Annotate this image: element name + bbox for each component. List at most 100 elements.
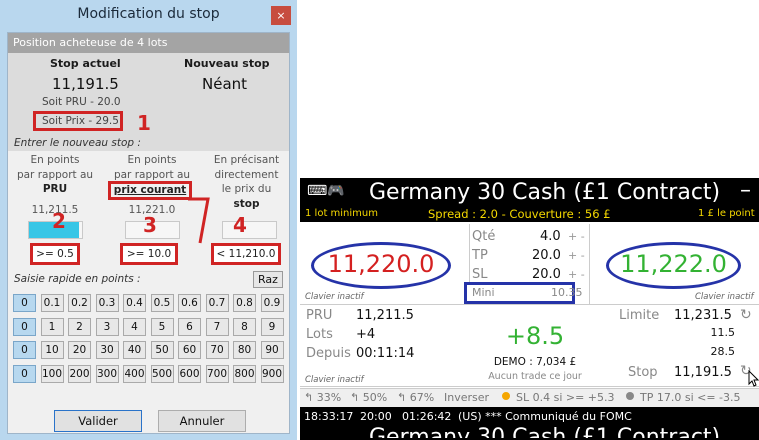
validate-button[interactable]: Valider bbox=[54, 410, 142, 432]
position-keyboard-inactive: Clavier inactif bbox=[305, 375, 364, 385]
tp-dot-icon bbox=[626, 392, 634, 400]
quick-value-button[interactable]: 100 bbox=[40, 364, 64, 383]
annotation-3: 3 bbox=[143, 213, 157, 237]
limit-label: Limite bbox=[619, 308, 660, 323]
quick-value-button[interactable]: 7 bbox=[205, 317, 229, 336]
tab-67[interactable]: ↰ 67% bbox=[397, 391, 434, 404]
quick-value-button[interactable]: 10 bbox=[40, 341, 64, 359]
quick-value-button[interactable]: 80 bbox=[233, 341, 256, 359]
raz-button[interactable]: Raz bbox=[253, 271, 283, 288]
quick-value-button[interactable]: 0 bbox=[13, 294, 36, 312]
col-pru-condition[interactable]: >= 0.5 bbox=[30, 243, 80, 265]
quick-value-button[interactable]: 40 bbox=[123, 341, 146, 359]
quick-value-button[interactable]: 400 bbox=[123, 364, 146, 383]
quick-value-button[interactable]: 5 bbox=[150, 317, 174, 336]
quick-value-button[interactable]: 1 bbox=[40, 317, 64, 336]
sl-dot-icon bbox=[502, 392, 510, 400]
quick-value-button[interactable]: 70 bbox=[205, 341, 229, 359]
quick-value-button[interactable]: 0 bbox=[13, 341, 36, 359]
annotation-1: 1 bbox=[137, 111, 151, 135]
buy-keyboard-inactive: Clavier inactif bbox=[695, 292, 754, 302]
quick-value-button[interactable]: 0.8 bbox=[233, 294, 256, 312]
quick-value-button[interactable]: 0.1 bbox=[40, 294, 64, 312]
limit-sub2: 28.5 bbox=[710, 345, 736, 358]
minimize-icon[interactable]: – bbox=[740, 178, 751, 203]
mini-box: Mini 10.35 bbox=[464, 282, 583, 304]
col-current-line1: En points bbox=[127, 154, 177, 166]
enter-stop-label: Entrer le nouveau stop : bbox=[14, 137, 141, 149]
news-time-3: 01:26:42 bbox=[402, 410, 452, 423]
tp-label: TP bbox=[472, 248, 488, 263]
quick-entry-grid: 0 0.1 0.2 0.3 0.4 0.5 0.6 0.7 0.8 0.9 0 1 2 3 4 5 6 7 8 9 0 1… bbox=[13, 294, 289, 384]
since-label: Depuis bbox=[306, 346, 351, 361]
sl-value[interactable]: 20.0 bbox=[532, 267, 561, 282]
divider bbox=[589, 224, 590, 304]
quick-value-button[interactable]: 600 bbox=[178, 364, 201, 383]
quick-value-button[interactable]: 200 bbox=[68, 364, 91, 383]
divider bbox=[300, 304, 759, 305]
quick-value-button[interactable]: 0.4 bbox=[123, 294, 146, 312]
quick-value-button[interactable]: 0.3 bbox=[95, 294, 119, 312]
min-lot: 1 lot minimum bbox=[305, 208, 378, 219]
news-text[interactable]: (US) *** Communiqué du FOMC bbox=[458, 410, 632, 423]
quick-value-button[interactable]: 9 bbox=[260, 317, 284, 336]
quick-value-button[interactable]: 20 bbox=[68, 341, 91, 359]
col-direct-condition[interactable]: < 11,210.0 bbox=[211, 243, 281, 265]
qty-stepper[interactable]: + - bbox=[568, 230, 585, 243]
close-icon[interactable]: × bbox=[271, 6, 291, 25]
stop-current-label: Stop actuel bbox=[50, 57, 121, 70]
tab-sl-condition[interactable]: SL 0.4 si >= +5.3 bbox=[516, 391, 615, 404]
news-time-2: 20:00 bbox=[360, 410, 392, 423]
quick-value-button[interactable]: 300 bbox=[95, 364, 119, 383]
quick-value-button[interactable]: 800 bbox=[233, 364, 256, 383]
quick-value-button[interactable]: 4 bbox=[123, 317, 146, 336]
col-pru-line1: En points bbox=[30, 154, 80, 166]
quick-value-button[interactable]: 30 bbox=[95, 341, 119, 359]
qty-value[interactable]: 4.0 bbox=[540, 229, 561, 244]
quick-value-button[interactable]: 700 bbox=[205, 364, 229, 383]
sl-stepper[interactable]: + - bbox=[568, 268, 585, 281]
tab-inverse[interactable]: Inverser bbox=[444, 391, 489, 404]
quick-value-button[interactable]: 60 bbox=[178, 341, 201, 359]
quick-value-button[interactable]: 0.9 bbox=[260, 294, 284, 312]
quick-value-button[interactable]: 900 bbox=[260, 364, 284, 383]
col-direct-field[interactable] bbox=[222, 221, 277, 239]
stop-current-prix: Soit Prix - 29.5 bbox=[33, 111, 123, 131]
news-time-1: 18:33:17 bbox=[304, 410, 354, 423]
tp-value[interactable]: 20.0 bbox=[532, 248, 561, 263]
stop-current-pru: Soit PRU - 20.0 bbox=[42, 96, 121, 108]
quick-value-button[interactable]: 90 bbox=[260, 341, 284, 359]
tab-tp-condition[interactable]: TP 17.0 si <= -3.5 bbox=[640, 391, 741, 404]
quick-value-button[interactable]: 2 bbox=[68, 317, 91, 336]
instrument-titlebar: ⌨🎮 Germany 30 Cash (£1 Contract) – bbox=[300, 178, 759, 208]
cancel-button[interactable]: Annuler bbox=[158, 410, 246, 432]
quick-value-button[interactable]: 500 bbox=[150, 364, 174, 383]
keyboard-gamepad-icon[interactable]: ⌨🎮 bbox=[307, 183, 345, 199]
instrument-title: Germany 30 Cash (£1 Contract) bbox=[369, 180, 721, 205]
limit-value[interactable]: 11,231.5 bbox=[674, 308, 732, 323]
quick-value-button[interactable]: 0.5 bbox=[150, 294, 174, 312]
quick-value-button[interactable]: 0.2 bbox=[68, 294, 91, 312]
quick-value-button[interactable]: 0 bbox=[13, 364, 36, 383]
col-pru-line2: par rapport au bbox=[16, 168, 94, 181]
quick-value-button[interactable]: 6 bbox=[178, 317, 201, 336]
limit-refresh-icon[interactable]: ↻ bbox=[740, 307, 752, 323]
annotation-2: 2 bbox=[52, 209, 66, 233]
quick-value-button[interactable]: 0.6 bbox=[178, 294, 201, 312]
quick-value-button[interactable]: 50 bbox=[150, 341, 174, 359]
pnl-value: +8.5 bbox=[505, 322, 565, 350]
quick-value-button[interactable]: 0 bbox=[13, 317, 36, 336]
tab-33[interactable]: ↰ 33% bbox=[304, 391, 341, 404]
buy-price[interactable]: 11,222.0 bbox=[606, 250, 741, 278]
point-value: 1 £ le point bbox=[698, 208, 755, 219]
quick-value-button[interactable]: 8 bbox=[233, 317, 256, 336]
quick-value-button[interactable]: 0.7 bbox=[205, 294, 229, 312]
tp-stepper[interactable]: + - bbox=[568, 249, 585, 262]
quick-entry-label: Saisie rapide en points : bbox=[14, 273, 141, 285]
quick-value-button[interactable]: 3 bbox=[95, 317, 119, 336]
quick-actions-bar: ↰ 33% ↰ 50% ↰ 67% Inverser SL 0.4 si >= … bbox=[300, 388, 759, 407]
stop-value[interactable]: 11,191.5 bbox=[674, 365, 732, 380]
tab-50[interactable]: ↰ 50% bbox=[350, 391, 387, 404]
sell-price[interactable]: 11,220.0 bbox=[311, 250, 451, 278]
limit-sub1: 11.5 bbox=[710, 326, 736, 339]
